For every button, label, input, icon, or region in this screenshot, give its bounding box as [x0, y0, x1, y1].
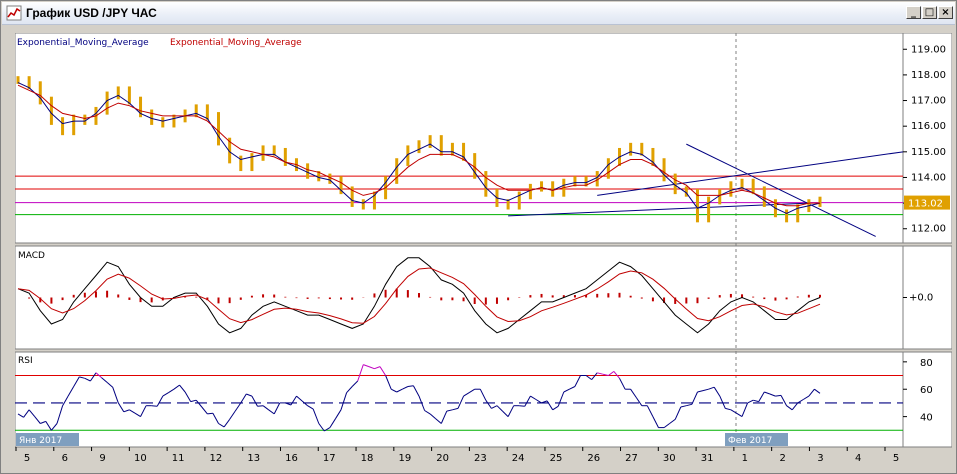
x-tick-label: 11	[172, 453, 185, 464]
price-tick-label: 112.00	[911, 224, 946, 235]
x-tick-label: 31	[701, 453, 714, 464]
price-pane[interactable]	[15, 33, 904, 244]
minimize-button[interactable]: _	[906, 6, 921, 19]
rsi-segment	[207, 412, 213, 415]
macd-zero-label: +0.0	[909, 293, 933, 304]
rsi-tick-label: 60	[920, 385, 933, 396]
price-tick-label: 114.00	[911, 172, 946, 183]
x-tick-label: 10	[134, 453, 147, 464]
chart-app-icon	[6, 5, 22, 21]
x-tick-label: 2	[779, 453, 785, 464]
x-tick-label: 23	[474, 453, 487, 464]
chart-canvas[interactable]: 119.00 118.00 117.00 116.00 115.00 114.00 113.…	[15, 33, 952, 467]
rsi-label: RSI	[18, 356, 33, 366]
x-tick-label: 4	[855, 453, 861, 464]
x-tick-label: 27	[625, 453, 638, 464]
date-label-feb: Фев 2017	[728, 436, 772, 446]
current-price-label: 113.02	[908, 199, 943, 210]
rsi-segment	[407, 385, 414, 387]
x-tick-label: 20	[436, 453, 449, 464]
x-tick-label: 3	[817, 453, 823, 464]
rsi-segment	[519, 405, 525, 407]
x-tick-label: 13	[247, 453, 260, 464]
x-tick-label: 19	[398, 453, 411, 464]
rsi-tick-label: 80	[920, 358, 933, 369]
x-tick-label: 1	[742, 453, 748, 464]
rsi-segment	[151, 405, 158, 407]
price-tick-label: 118.00	[911, 70, 946, 81]
x-tick-label: 12	[210, 453, 223, 464]
rsi-pane[interactable]	[15, 351, 904, 448]
rsi-segment	[775, 394, 782, 397]
window-title: График USD /JPY ЧАС	[26, 6, 157, 20]
legend-ema-2: Exponential_Moving_Average	[170, 38, 302, 48]
x-tick-label: 30	[663, 453, 676, 464]
x-tick-label: 25	[550, 453, 563, 464]
title-bar[interactable]: График USD /JPY ЧАС _ □ ×	[2, 2, 955, 25]
x-tick-label: 5	[24, 453, 30, 464]
legend-ema-1: Exponential_Moving_Average	[17, 38, 149, 48]
date-label-jan: Янв 2017	[19, 436, 62, 446]
x-tick-label: 17	[323, 453, 336, 464]
rsi-tick-label: 40	[920, 413, 933, 424]
x-tick-label: 5	[893, 453, 899, 464]
price-tick-label: 119.00	[911, 44, 946, 55]
macd-label: MACD	[18, 251, 45, 261]
price-axis	[902, 33, 952, 244]
x-tick-label: 26	[587, 453, 600, 464]
chart-window: График USD /JPY ЧАС _ □ × 119.00 118.00 11…	[0, 0, 957, 474]
close-button[interactable]: ×	[938, 6, 953, 19]
x-tick-label: 9	[99, 453, 105, 464]
price-tick-label: 115.00	[911, 147, 946, 158]
macd-pane[interactable]	[15, 245, 904, 350]
maximize-button[interactable]: □	[922, 6, 937, 19]
x-tick-label: 18	[361, 453, 374, 464]
x-tick-label: 16	[285, 453, 298, 464]
price-tick-label: 117.00	[911, 96, 946, 107]
rsi-segment	[257, 405, 264, 407]
x-tick-label: 6	[62, 453, 68, 464]
price-tick-label: 116.00	[911, 121, 946, 132]
x-tick-label: 24	[512, 453, 525, 464]
